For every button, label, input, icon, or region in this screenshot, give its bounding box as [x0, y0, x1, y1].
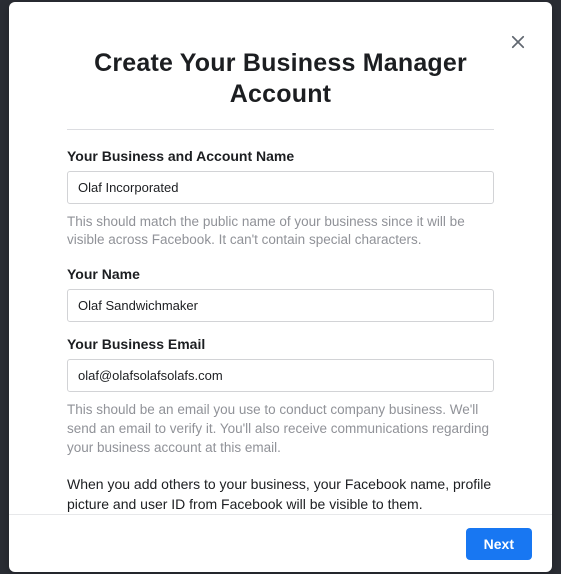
- close-icon[interactable]: [506, 30, 530, 54]
- business-name-label: Your Business and Account Name: [67, 148, 494, 164]
- modal-footer: Next: [9, 514, 552, 572]
- visibility-note: When you add others to your business, yo…: [67, 474, 494, 515]
- modal-title: Create Your Business Manager Account: [67, 48, 494, 111]
- create-business-manager-modal: Create Your Business Manager Account You…: [9, 2, 552, 572]
- business-email-label: Your Business Email: [67, 336, 494, 352]
- your-name-field: Your Name: [67, 266, 494, 322]
- business-name-input[interactable]: [67, 171, 494, 204]
- business-email-help: This should be an email you use to condu…: [67, 401, 494, 458]
- business-name-help: This should match the public name of you…: [67, 213, 494, 251]
- business-email-field: Your Business Email This should be an em…: [67, 336, 494, 458]
- business-email-input[interactable]: [67, 359, 494, 392]
- modal-body: Create Your Business Manager Account You…: [9, 2, 552, 514]
- your-name-input[interactable]: [67, 289, 494, 322]
- your-name-label: Your Name: [67, 266, 494, 282]
- divider: [67, 129, 494, 130]
- next-button[interactable]: Next: [466, 528, 532, 560]
- business-name-field: Your Business and Account Name This shou…: [67, 148, 494, 251]
